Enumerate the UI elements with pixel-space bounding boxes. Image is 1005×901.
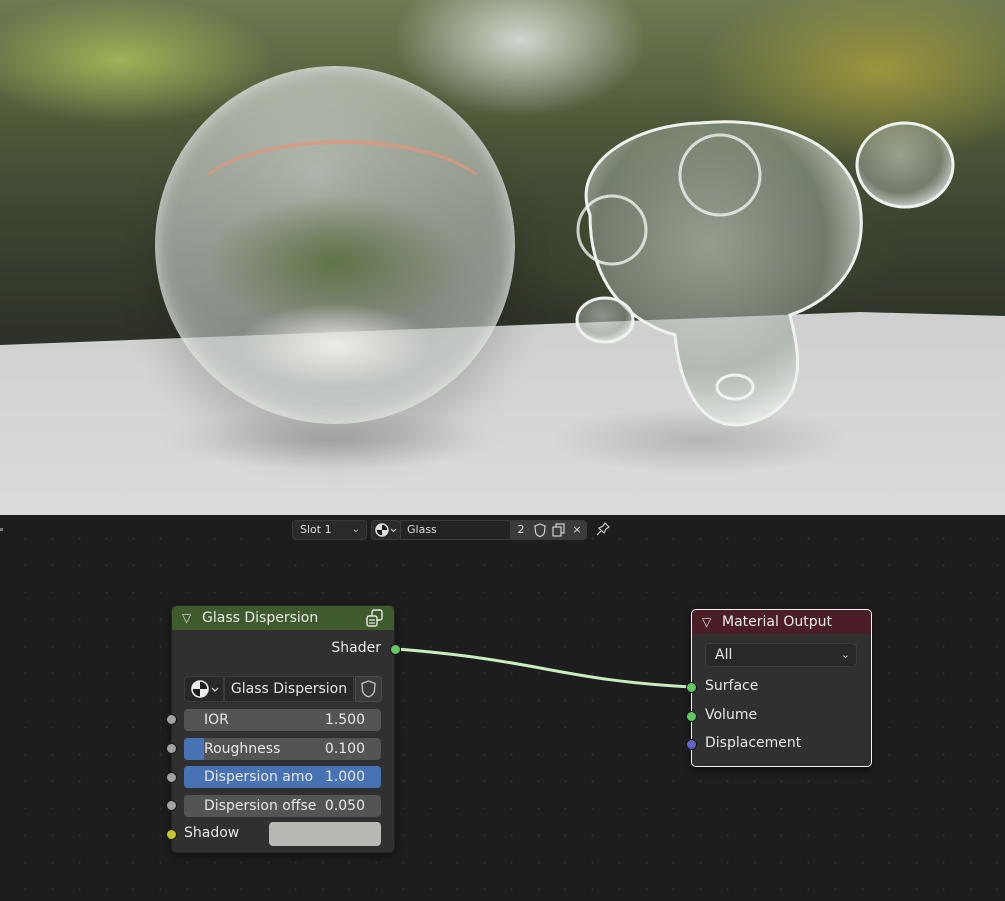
target-value: All bbox=[715, 647, 733, 663]
dispersion-offset-input-socket[interactable] bbox=[166, 800, 177, 811]
dispersion-offset-field[interactable]: Dispersion offse 0.050 bbox=[184, 795, 381, 817]
glass-monkey bbox=[575, 120, 955, 427]
roughness-input-socket[interactable] bbox=[166, 743, 177, 754]
collapse-chevron-icon[interactable]: ▽ bbox=[702, 610, 711, 634]
node-preview-icon[interactable] bbox=[366, 609, 384, 627]
material-sphere-icon bbox=[375, 523, 397, 537]
pin-icon[interactable] bbox=[594, 520, 612, 540]
roughness-value: 0.100 bbox=[324, 741, 365, 757]
shield-icon bbox=[361, 680, 376, 698]
region-edge-marker bbox=[0, 528, 3, 531]
material-slot-dropdown[interactable]: Slot 1 ⌄ bbox=[292, 520, 367, 540]
node-header[interactable]: ▽ Glass Dispersion bbox=[172, 606, 394, 630]
duplicate-icon bbox=[552, 523, 565, 537]
dispersion-amount-input-socket[interactable] bbox=[166, 772, 177, 783]
surface-label: Surface bbox=[705, 678, 759, 694]
shadow-label: Shadow bbox=[184, 825, 240, 841]
displacement-input-socket[interactable] bbox=[685, 739, 697, 750]
shield-icon bbox=[534, 523, 546, 538]
roughness-field[interactable]: Roughness 0.100 bbox=[184, 738, 381, 760]
ior-field[interactable]: IOR 1.500 bbox=[184, 709, 381, 731]
slot-label: Slot 1 bbox=[300, 523, 332, 536]
material-user-count[interactable]: 2 bbox=[511, 520, 531, 540]
volume-label: Volume bbox=[705, 707, 758, 723]
volume-input-socket[interactable] bbox=[685, 711, 697, 722]
displacement-label: Displacement bbox=[705, 735, 802, 751]
chevron-down-icon: ⌄ bbox=[351, 524, 360, 535]
roughness-slider-fill bbox=[184, 738, 204, 760]
dispersion-offset-label: Dispersion offse bbox=[204, 798, 317, 814]
render-viewport[interactable] bbox=[0, 0, 1005, 515]
close-icon: × bbox=[572, 523, 582, 536]
target-dropdown[interactable]: All ⌄ bbox=[705, 643, 857, 667]
material-sphere-icon bbox=[191, 680, 219, 698]
node-header[interactable]: ▽ Material Output bbox=[692, 610, 871, 634]
dispersion-amount-label: Dispersion amo bbox=[204, 769, 314, 785]
distribution-fake-user-button[interactable] bbox=[355, 676, 382, 702]
roughness-label: Roughness bbox=[204, 741, 281, 757]
dispersion-offset-value: 0.050 bbox=[324, 798, 365, 814]
distribution-name[interactable]: Glass Dispersion bbox=[224, 676, 354, 702]
shader-output-socket[interactable] bbox=[390, 644, 401, 655]
glass-dispersion-node[interactable]: ▽ Glass Dispersion Shader Glass Dispersi… bbox=[166, 605, 401, 853]
node-title: Glass Dispersion bbox=[202, 610, 319, 626]
ior-input-socket[interactable] bbox=[166, 714, 177, 725]
distribution-browse-button[interactable] bbox=[184, 676, 224, 702]
fake-user-button[interactable] bbox=[531, 520, 549, 540]
material-output-node[interactable]: ▽ Material Output All ⌄ Surface Volume D… bbox=[685, 609, 872, 767]
ior-label: IOR bbox=[204, 712, 229, 728]
duplicate-material-button[interactable] bbox=[549, 520, 567, 540]
shadow-color-swatch[interactable] bbox=[269, 822, 381, 846]
dispersion-amount-field[interactable]: Dispersion amo 1.000 bbox=[184, 766, 381, 788]
collapse-chevron-icon[interactable]: ▽ bbox=[182, 606, 191, 630]
surface-input-socket[interactable] bbox=[685, 682, 697, 693]
material-name-field[interactable]: Glass bbox=[400, 520, 511, 540]
node-title: Material Output bbox=[722, 614, 832, 630]
distribution-selector: Glass Dispersion bbox=[184, 676, 382, 702]
shadow-input-socket[interactable] bbox=[166, 829, 177, 840]
ior-value: 1.500 bbox=[324, 712, 365, 728]
browse-material-button[interactable] bbox=[371, 520, 401, 540]
unlink-material-button[interactable]: × bbox=[567, 520, 587, 540]
dispersion-amount-value: 1.000 bbox=[324, 769, 365, 785]
caustic-rainbow bbox=[190, 140, 494, 264]
chevron-down-icon: ⌄ bbox=[840, 648, 850, 661]
shader-output-label: Shader bbox=[331, 640, 381, 656]
